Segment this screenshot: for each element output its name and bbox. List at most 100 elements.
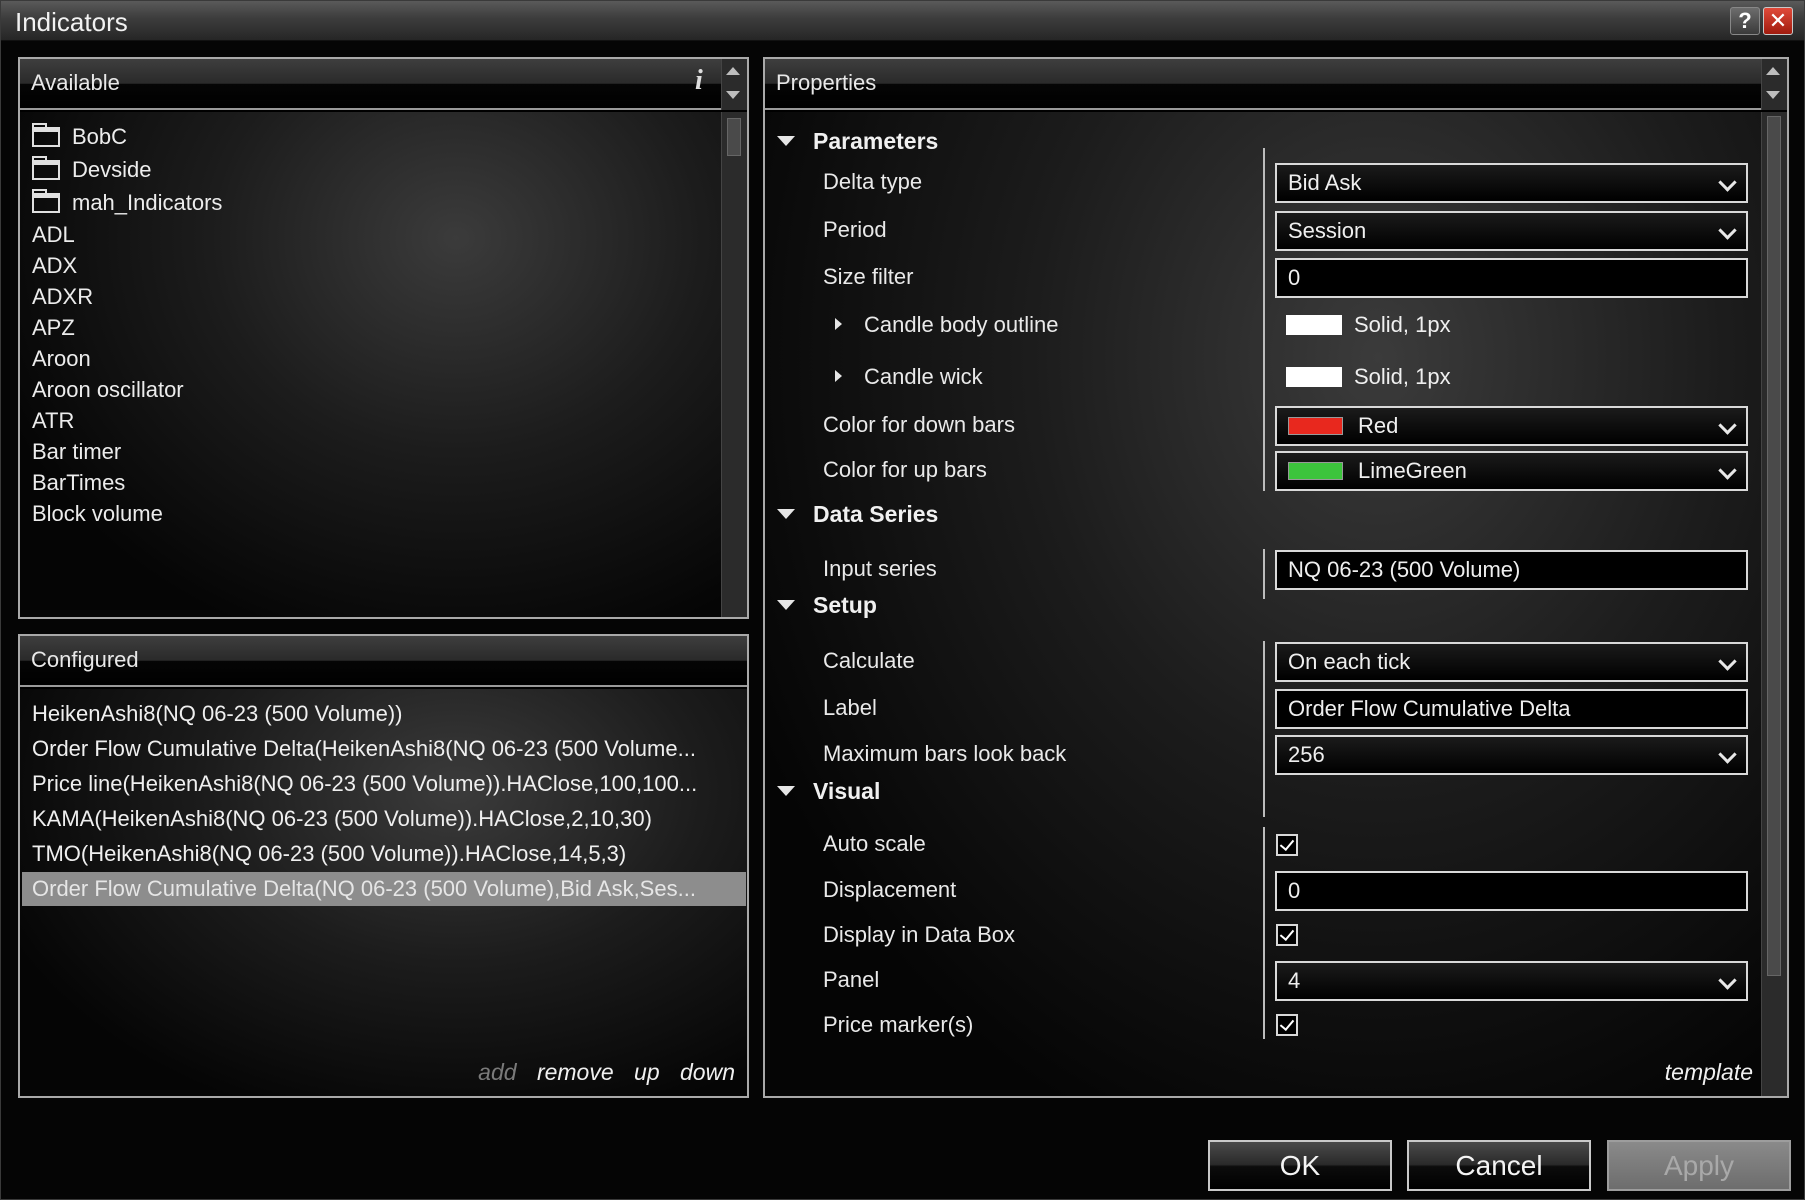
price-markers-checkbox[interactable] — [1276, 1014, 1298, 1036]
color-swatch-limegreen — [1288, 462, 1343, 480]
label-input[interactable]: Order Flow Cumulative Delta — [1275, 689, 1748, 729]
display-in-data-box-checkbox[interactable] — [1276, 924, 1298, 946]
candle-wick-value[interactable]: Solid, 1px — [1286, 360, 1451, 394]
close-button[interactable]: ✕ — [1763, 7, 1793, 35]
scroll-down-icon[interactable] — [1766, 91, 1780, 99]
folder-icon — [32, 189, 60, 213]
category-visual[interactable]: Visual — [777, 774, 880, 808]
candle-wick-label[interactable]: Candle wick — [835, 360, 983, 394]
scroll-up-icon[interactable] — [1766, 67, 1780, 75]
list-item[interactable]: APZ — [32, 313, 75, 343]
ok-button[interactable]: OK — [1208, 1140, 1392, 1191]
size-filter-label: Size filter — [823, 264, 914, 289]
folder-icon — [32, 156, 60, 180]
calculate-dropdown[interactable]: On each tick — [1275, 642, 1748, 682]
auto-scale-checkbox[interactable] — [1276, 834, 1298, 856]
size-filter-input[interactable]: 0 — [1275, 258, 1748, 298]
help-button[interactable]: ? — [1730, 7, 1760, 35]
available-header: Available i — [20, 59, 747, 110]
template-link[interactable]: template — [1665, 1059, 1753, 1086]
column-splitter[interactable] — [1263, 827, 1265, 1039]
expand-triangle-icon[interactable] — [835, 318, 842, 330]
configured-item[interactable]: TMO(HeikenAshi8(NQ 06-23 (500 Volume)).H… — [22, 837, 746, 871]
properties-header-scroll[interactable] — [1761, 59, 1787, 110]
scroll-thumb[interactable] — [1767, 116, 1781, 976]
info-icon[interactable]: i — [695, 65, 703, 97]
list-item[interactable]: ATR — [32, 406, 74, 436]
delta-type-label: Delta type — [823, 169, 923, 194]
list-item[interactable]: Bar timer — [32, 437, 121, 467]
scroll-thumb[interactable] — [727, 118, 741, 156]
delta-type-dropdown[interactable]: Bid Ask — [1275, 163, 1748, 203]
displacement-input[interactable]: 0 — [1275, 871, 1748, 911]
max-bars-dropdown[interactable]: 256 — [1275, 735, 1748, 775]
calculate-label: Calculate — [823, 648, 915, 673]
color-swatch-red — [1288, 417, 1343, 435]
property-grid: Parameters Delta type Bid Ask Period Ses… — [765, 112, 1787, 1096]
remove-link[interactable]: remove — [537, 1059, 614, 1085]
collapse-triangle-icon[interactable] — [777, 509, 795, 519]
chevron-down-icon — [1718, 221, 1737, 240]
available-list[interactable]: BobC Devside mah_Indicators ADL ADX ADXR… — [20, 112, 747, 617]
category-parameters[interactable]: Parameters — [777, 124, 938, 158]
configured-item[interactable]: Order Flow Cumulative Delta(HeikenAshi8(… — [22, 732, 746, 766]
configured-item[interactable]: KAMA(HeikenAshi8(NQ 06-23 (500 Volume)).… — [22, 802, 746, 836]
column-splitter[interactable] — [1263, 641, 1265, 817]
column-splitter[interactable] — [1263, 549, 1265, 599]
list-item[interactable]: ADXR — [32, 282, 93, 312]
color-down-bars-dropdown[interactable]: Red — [1275, 406, 1748, 446]
folder-item-devside[interactable]: Devside — [32, 155, 151, 185]
configured-actions: add remove up down — [464, 1059, 735, 1086]
configured-item[interactable]: HeikenAshi8(NQ 06-23 (500 Volume)) — [22, 697, 746, 731]
available-header-scroll[interactable] — [721, 59, 747, 110]
chevron-down-icon — [1718, 461, 1737, 480]
list-item[interactable]: ADX — [32, 251, 77, 281]
folder-item-bobc[interactable]: BobC — [32, 122, 127, 152]
collapse-triangle-icon[interactable] — [777, 136, 795, 146]
configured-panel: Configured HeikenAshi8(NQ 06-23 (500 Vol… — [18, 634, 749, 1098]
configured-header: Configured — [20, 636, 747, 687]
properties-panel: Properties Parameters Delta type Bid Ask… — [763, 57, 1789, 1098]
add-link[interactable]: add — [478, 1059, 516, 1085]
up-link[interactable]: up — [634, 1059, 660, 1085]
candle-body-outline-value[interactable]: Solid, 1px — [1286, 308, 1451, 342]
auto-scale-label: Auto scale — [823, 831, 926, 856]
available-title: Available — [31, 70, 120, 95]
configured-list[interactable]: HeikenAshi8(NQ 06-23 (500 Volume)) Order… — [20, 689, 747, 1096]
list-item[interactable]: Aroon oscillator — [32, 375, 184, 405]
panel-dropdown[interactable]: 4 — [1275, 961, 1748, 1001]
input-series-field[interactable]: NQ 06-23 (500 Volume) — [1275, 550, 1748, 590]
folder-icon — [32, 123, 60, 147]
properties-scrollbar[interactable] — [1761, 112, 1787, 1096]
candle-body-outline-label[interactable]: Candle body outline — [835, 308, 1058, 342]
category-setup[interactable]: Setup — [777, 588, 877, 622]
list-item[interactable]: Aroon — [32, 344, 91, 374]
list-item[interactable]: Block volume — [32, 499, 163, 529]
title-bar[interactable]: Indicators ? ✕ — [1, 1, 1804, 41]
max-bars-label: Maximum bars look back — [823, 741, 1067, 766]
chevron-down-icon — [1718, 745, 1737, 764]
list-item[interactable]: ADL — [32, 220, 75, 250]
configured-item-selected[interactable]: Order Flow Cumulative Delta(NQ 06-23 (50… — [22, 872, 746, 906]
price-markers-label: Price marker(s) — [823, 1012, 974, 1037]
folder-item-mah-indicators[interactable]: mah_Indicators — [32, 188, 222, 218]
collapse-triangle-icon[interactable] — [777, 786, 795, 796]
list-item[interactable]: BarTimes — [32, 468, 125, 498]
available-panel: Available i BobC Devside mah_Indicators … — [18, 57, 749, 619]
configured-item[interactable]: Price line(HeikenAshi8(NQ 06-23 (500 Vol… — [22, 767, 746, 801]
scroll-down-icon[interactable] — [726, 91, 740, 99]
expand-triangle-icon[interactable] — [835, 370, 842, 382]
apply-button[interactable]: Apply — [1607, 1140, 1791, 1191]
column-splitter[interactable] — [1263, 148, 1265, 491]
scroll-up-icon[interactable] — [726, 67, 740, 75]
collapse-triangle-icon[interactable] — [777, 600, 795, 610]
down-link[interactable]: down — [680, 1059, 735, 1085]
available-scrollbar[interactable] — [721, 112, 747, 617]
chevron-down-icon — [1718, 652, 1737, 671]
indicators-dialog: Indicators ? ✕ Available i BobC Devside … — [0, 0, 1805, 1200]
cancel-button[interactable]: Cancel — [1407, 1140, 1591, 1191]
color-up-bars-dropdown[interactable]: LimeGreen — [1275, 451, 1748, 491]
period-dropdown[interactable]: Session — [1275, 211, 1748, 251]
input-series-label: Input series — [823, 556, 937, 581]
category-data-series[interactable]: Data Series — [777, 497, 938, 531]
